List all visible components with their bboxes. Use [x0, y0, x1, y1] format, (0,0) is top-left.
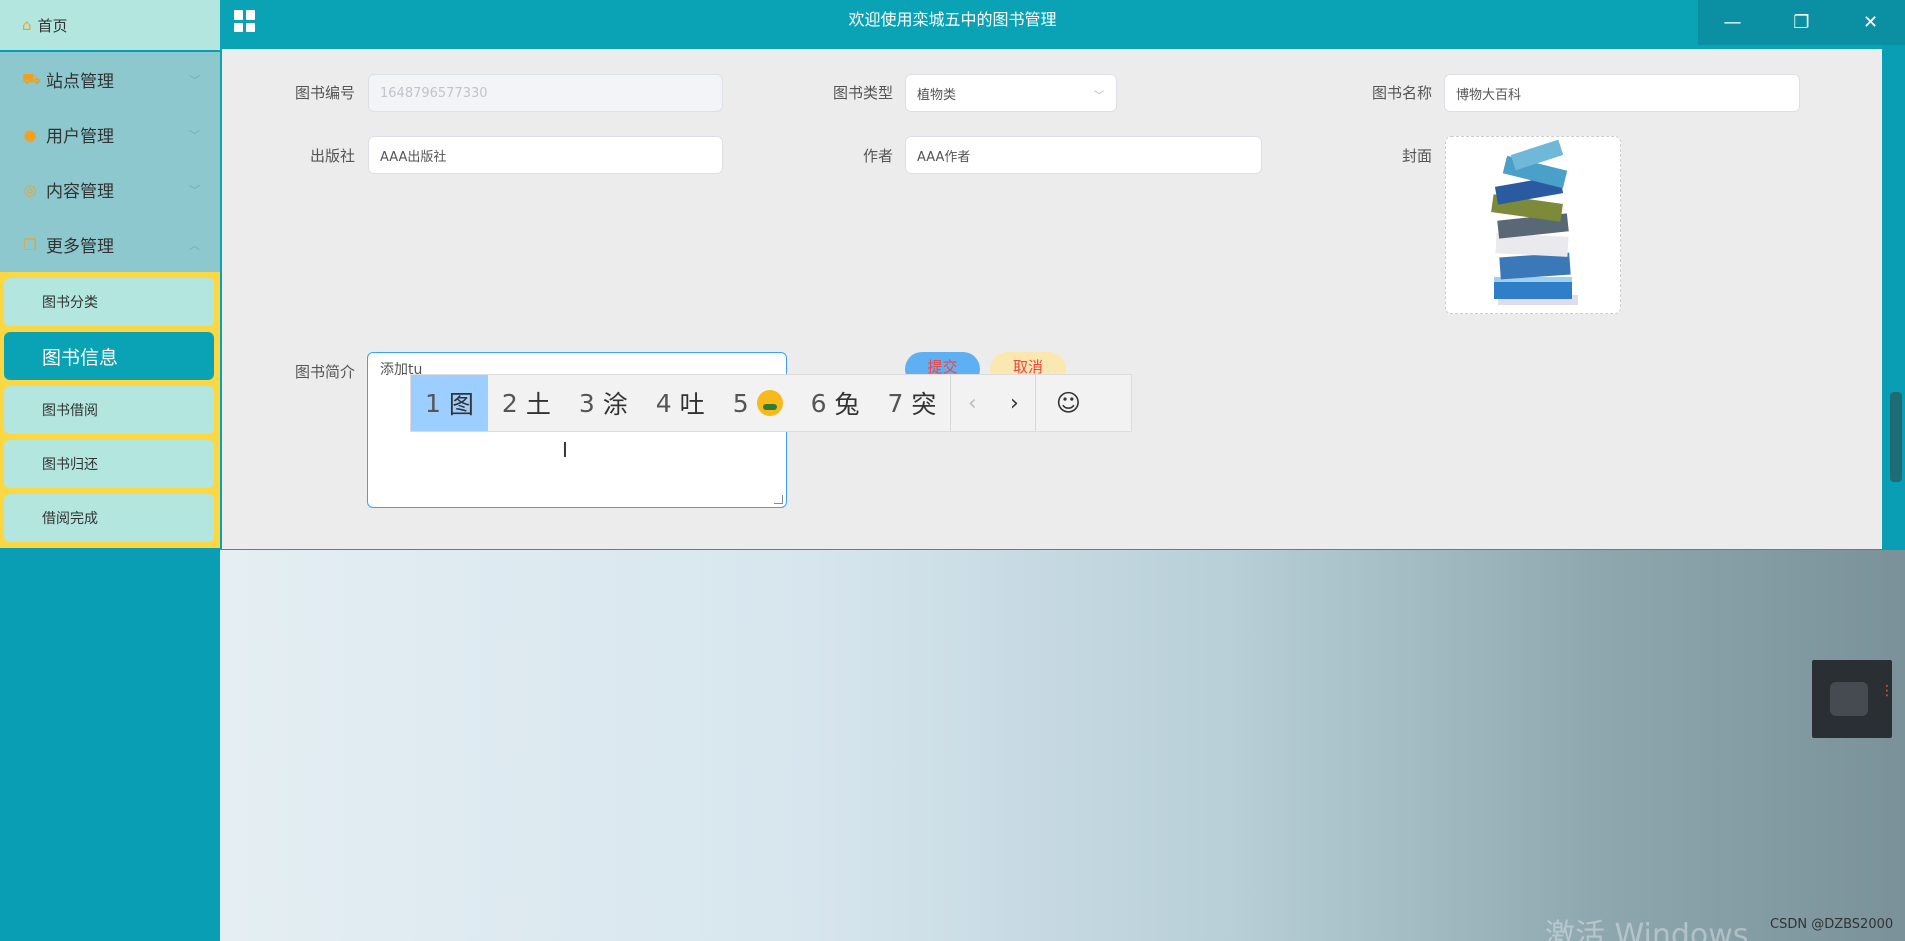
book-no-label: 图书编号	[294, 84, 355, 102]
emoji-icon[interactable]: ☺	[1036, 389, 1100, 417]
scrollbar-thumb[interactable]	[1890, 392, 1902, 482]
sidebar-group-more[interactable]: ❐ 更多管理 ︿	[0, 217, 220, 272]
book-type-label: 图书类型	[832, 84, 893, 102]
sidebar-group-site[interactable]: ⛟ 站点管理 ﹀	[0, 52, 220, 107]
ime-candidate[interactable]: 2土	[488, 375, 565, 431]
close-icon[interactable]: ✕	[1836, 0, 1905, 45]
book-stack-image	[1491, 139, 1578, 305]
chevron-down-icon: ﹀	[189, 73, 200, 87]
copy-icon: ❐	[23, 235, 37, 254]
book-type-select[interactable]: 植物类 ﹀	[905, 74, 1117, 112]
app-title: 欢迎使用栾城五中的图书管理	[848, 10, 1057, 29]
author-field[interactable]: AAA作者	[905, 136, 1262, 174]
publisher-field[interactable]: AAA出版社	[368, 136, 723, 174]
user-icon: ●	[23, 125, 37, 144]
title-bar: 欢迎使用栾城五中的图书管理	[220, 0, 1905, 45]
home-icon: ⌂	[22, 16, 32, 34]
ime-candidate[interactable]: 4吐	[642, 375, 719, 431]
sidebar-group-content[interactable]: ◎ 内容管理 ﹀	[0, 162, 220, 217]
ime-candidate[interactable]: 1图	[411, 375, 488, 431]
author-label: 作者	[862, 147, 893, 165]
windows-watermark: 激活 Windows	[1545, 918, 1749, 941]
desktop-background	[220, 550, 1905, 941]
sidebar-item-book-info[interactable]: 图书信息	[4, 332, 214, 380]
cover-image[interactable]	[1445, 136, 1621, 314]
ime-next-page-icon[interactable]: ›	[993, 391, 1035, 416]
intro-label: 图书简介	[294, 363, 355, 381]
sidebar-item-home[interactable]: ⌂ 首页	[0, 0, 220, 50]
sidebar-item-book-borrow[interactable]: 图书借阅	[4, 386, 214, 434]
nauseated-face-icon	[756, 390, 783, 416]
sidebar-group-label: 内容管理	[46, 182, 114, 202]
cart-icon: ⛟	[22, 69, 41, 88]
sidebar-item-label: 首页	[37, 16, 68, 35]
cover-label: 封面	[1401, 147, 1432, 165]
book-name-label: 图书名称	[1371, 84, 1432, 102]
chevron-down-icon: ﹀	[1094, 91, 1104, 102]
window-controls: — ❐ ✕	[1698, 0, 1905, 45]
floating-recorder-widget[interactable]: ⋮	[1812, 660, 1894, 738]
publisher-label: 出版社	[309, 147, 355, 165]
book-no-field: 1648796577330	[368, 74, 723, 112]
restore-icon[interactable]: ❐	[1767, 0, 1836, 45]
ime-candidate[interactable]: 7突	[874, 375, 951, 431]
video-icon	[1830, 682, 1868, 716]
ime-candidate[interactable]: 5	[719, 375, 797, 431]
ime-candidate[interactable]: 3涂	[565, 375, 642, 431]
ime-candidate-bar: 1图 2土 3涂 4吐 5 6兔 7突 ‹ › ☺	[410, 374, 1132, 432]
chat-icon: ◎	[23, 180, 37, 199]
ime-prev-page-icon[interactable]: ‹	[951, 391, 993, 416]
chevron-down-icon: ﹀	[189, 128, 200, 142]
sidebar-item-borrow-complete[interactable]: 借阅完成	[4, 494, 214, 542]
chevron-down-icon: ﹀	[189, 183, 200, 197]
sidebar-group-label: 更多管理	[46, 237, 114, 257]
sidebar-item-book-category[interactable]: 图书分类	[4, 278, 214, 326]
credit-text: CSDN @DZBS2000	[1770, 917, 1894, 932]
chevron-up-icon: ︿	[189, 238, 200, 252]
text-cursor-icon: I	[562, 438, 568, 462]
more-icon[interactable]: ⋮	[1880, 684, 1894, 698]
ime-candidate[interactable]: 6兔	[797, 375, 874, 431]
minimize-icon[interactable]: —	[1698, 0, 1767, 45]
sidebar-group-label: 用户管理	[46, 127, 114, 147]
sidebar-group-label: 站点管理	[46, 72, 114, 92]
sidebar-group-user[interactable]: ● 用户管理 ﹀	[0, 107, 220, 162]
resize-handle-icon[interactable]	[774, 495, 783, 504]
book-name-field[interactable]: 博物大百科	[1444, 74, 1800, 112]
sidebar-item-book-return[interactable]: 图书归还	[4, 440, 214, 488]
